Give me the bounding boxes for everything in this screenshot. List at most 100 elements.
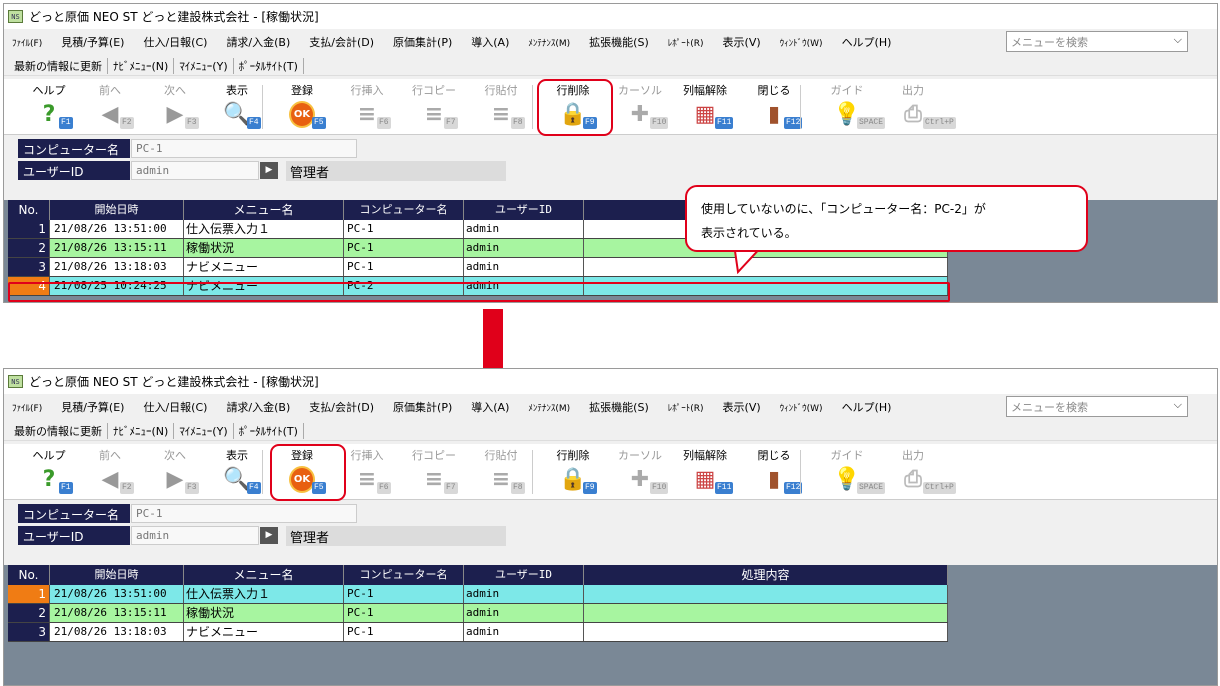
- menu-item-4[interactable]: 支払/会計(D): [309, 399, 374, 415]
- row-number[interactable]: 1: [8, 585, 50, 603]
- menu-item-1[interactable]: 見積/予算(E): [61, 399, 124, 415]
- link-1[interactable]: ﾅﾋﾞﾒﾆｭｰ(N): [108, 57, 175, 74]
- header-menu[interactable]: メニュー名: [184, 565, 344, 585]
- cell-user-id[interactable]: admin: [464, 220, 584, 238]
- cell-detail[interactable]: [584, 623, 948, 641]
- cell-start-time[interactable]: 21/08/26 13:51:00: [50, 220, 184, 238]
- header-no[interactable]: No.: [8, 565, 50, 585]
- cell-detail[interactable]: [584, 604, 948, 622]
- row-number[interactable]: 2: [8, 604, 50, 622]
- menu-item-7[interactable]: ﾒﾝﾃﾅﾝｽ(M): [528, 401, 570, 414]
- row-number[interactable]: 3: [8, 623, 50, 641]
- menu-item-0[interactable]: ﾌｧｲﾙ(F): [12, 401, 42, 414]
- user-lookup-button[interactable]: ▶: [260, 527, 278, 544]
- cell-start-time[interactable]: 21/08/26 13:15:11: [50, 604, 184, 622]
- link-3[interactable]: ﾎﾟｰﾀﾙｻｲﾄ(T): [234, 57, 304, 74]
- menu-item-9[interactable]: ﾚﾎﾟｰﾄ(R): [668, 36, 704, 49]
- menu-search-input[interactable]: メニューを検索 ⌵: [1006, 396, 1188, 417]
- cell-user-id[interactable]: admin: [464, 258, 584, 276]
- table-row[interactable]: 2 21/08/26 13:15:11 稼働状況 PC-1 admin: [8, 604, 948, 623]
- toolbar-button-f11[interactable]: 列幅解除 ▦ F11: [672, 444, 738, 499]
- link-2[interactable]: ﾏｲﾒﾆｭｰ(Y): [174, 422, 234, 439]
- menu-item-11[interactable]: ｳｨﾝﾄﾞｳ(W): [780, 401, 823, 414]
- menu-item-2[interactable]: 仕入/日報(C): [143, 34, 207, 50]
- cell-computer-name[interactable]: PC-1: [344, 239, 464, 257]
- user-lookup-button[interactable]: ▶: [260, 162, 278, 179]
- cell-user-id[interactable]: admin: [464, 623, 584, 641]
- user-id-field[interactable]: admin: [131, 161, 259, 180]
- cell-user-id[interactable]: admin: [464, 239, 584, 257]
- menu-item-5[interactable]: 原価集計(P): [393, 399, 452, 415]
- chevron-down-icon[interactable]: ⌵: [1174, 33, 1182, 47]
- header-start[interactable]: 開始日時: [50, 200, 184, 220]
- header-computer[interactable]: コンピューター名: [344, 200, 464, 220]
- menu-item-8[interactable]: 拡張機能(S): [589, 34, 649, 50]
- cell-start-time[interactable]: 21/08/26 13:18:03: [50, 258, 184, 276]
- chevron-down-icon[interactable]: ⌵: [1174, 398, 1182, 412]
- row-number[interactable]: 1: [8, 220, 50, 238]
- menu-item-12[interactable]: ヘルプ(H): [842, 399, 892, 415]
- cell-computer-name[interactable]: PC-1: [344, 604, 464, 622]
- menu-item-8[interactable]: 拡張機能(S): [589, 399, 649, 415]
- cell-start-time[interactable]: 21/08/26 13:18:03: [50, 623, 184, 641]
- menu-item-5[interactable]: 原価集計(P): [393, 34, 452, 50]
- cell-start-time[interactable]: 21/08/26 13:51:00: [50, 585, 184, 603]
- toolbar-button-f4[interactable]: 表示 🔍 F4: [204, 79, 270, 134]
- header-detail[interactable]: 処理内容: [584, 565, 948, 585]
- table-row[interactable]: 1 21/08/26 13:51:00 仕入伝票入力１ PC-1 admin: [8, 585, 948, 604]
- toolbar-button-f9[interactable]: 行削除 🔒 F9: [540, 444, 606, 499]
- menu-item-3[interactable]: 請求/入金(B): [226, 399, 290, 415]
- cell-computer-name[interactable]: PC-1: [344, 220, 464, 238]
- cell-menu-name[interactable]: 稼働状況: [184, 239, 344, 257]
- toolbar-button-f4[interactable]: 表示 🔍 F4: [204, 444, 270, 499]
- table-row[interactable]: 3 21/08/26 13:18:03 ナビメニュー PC-1 admin: [8, 258, 948, 277]
- cell-computer-name[interactable]: PC-1: [344, 623, 464, 641]
- menu-item-11[interactable]: ｳｨﾝﾄﾞｳ(W): [780, 36, 823, 49]
- cell-computer-name[interactable]: PC-1: [344, 258, 464, 276]
- menu-item-4[interactable]: 支払/会計(D): [309, 34, 374, 50]
- header-no[interactable]: No.: [8, 200, 50, 220]
- toolbar-button-f1[interactable]: ヘルプ? F1: [16, 444, 82, 499]
- link-0[interactable]: 最新の情報に更新: [9, 422, 108, 439]
- menu-search-input[interactable]: メニューを検索 ⌵: [1006, 31, 1188, 52]
- menu-item-7[interactable]: ﾒﾝﾃﾅﾝｽ(M): [528, 36, 570, 49]
- computer-name-field[interactable]: PC-1: [131, 139, 357, 158]
- menu-item-0[interactable]: ﾌｧｲﾙ(F): [12, 36, 42, 49]
- link-3[interactable]: ﾎﾟｰﾀﾙｻｲﾄ(T): [234, 422, 304, 439]
- user-id-field[interactable]: admin: [131, 526, 259, 545]
- menu-item-3[interactable]: 請求/入金(B): [226, 34, 290, 50]
- header-start[interactable]: 開始日時: [50, 565, 184, 585]
- toolbar-button-f12[interactable]: 閉じる ▮ F12: [741, 444, 807, 499]
- row-number[interactable]: 2: [8, 239, 50, 257]
- menu-item-6[interactable]: 導入(A): [471, 399, 509, 415]
- cell-menu-name[interactable]: 仕入伝票入力１: [184, 220, 344, 238]
- toolbar-button-f1[interactable]: ヘルプ? F1: [16, 79, 82, 134]
- toolbar-button-f12[interactable]: 閉じる ▮ F12: [741, 79, 807, 134]
- cell-user-id[interactable]: admin: [464, 604, 584, 622]
- cell-menu-name[interactable]: 稼働状況: [184, 604, 344, 622]
- menu-item-9[interactable]: ﾚﾎﾟｰﾄ(R): [668, 401, 704, 414]
- menu-item-12[interactable]: ヘルプ(H): [842, 34, 892, 50]
- link-2[interactable]: ﾏｲﾒﾆｭｰ(Y): [174, 57, 234, 74]
- link-0[interactable]: 最新の情報に更新: [9, 57, 108, 74]
- link-1[interactable]: ﾅﾋﾞﾒﾆｭｰ(N): [108, 422, 175, 439]
- toolbar-button-f11[interactable]: 列幅解除 ▦ F11: [672, 79, 738, 134]
- header-computer[interactable]: コンピューター名: [344, 565, 464, 585]
- cell-detail[interactable]: [584, 585, 948, 603]
- toolbar-button-f5[interactable]: 登録 OK F5: [269, 79, 335, 134]
- cell-menu-name[interactable]: ナビメニュー: [184, 258, 344, 276]
- menu-item-1[interactable]: 見積/予算(E): [61, 34, 124, 50]
- table-row[interactable]: 3 21/08/26 13:18:03 ナビメニュー PC-1 admin: [8, 623, 948, 642]
- header-user[interactable]: ユーザーID: [464, 565, 584, 585]
- computer-name-field[interactable]: PC-1: [131, 504, 357, 523]
- row-number[interactable]: 3: [8, 258, 50, 276]
- cell-menu-name[interactable]: ナビメニュー: [184, 623, 344, 641]
- menu-item-2[interactable]: 仕入/日報(C): [143, 399, 207, 415]
- menu-item-6[interactable]: 導入(A): [471, 34, 509, 50]
- cell-start-time[interactable]: 21/08/26 13:15:11: [50, 239, 184, 257]
- header-menu[interactable]: メニュー名: [184, 200, 344, 220]
- menu-item-10[interactable]: 表示(V): [723, 34, 761, 50]
- header-user[interactable]: ユーザーID: [464, 200, 584, 220]
- cell-computer-name[interactable]: PC-1: [344, 585, 464, 603]
- cell-user-id[interactable]: admin: [464, 585, 584, 603]
